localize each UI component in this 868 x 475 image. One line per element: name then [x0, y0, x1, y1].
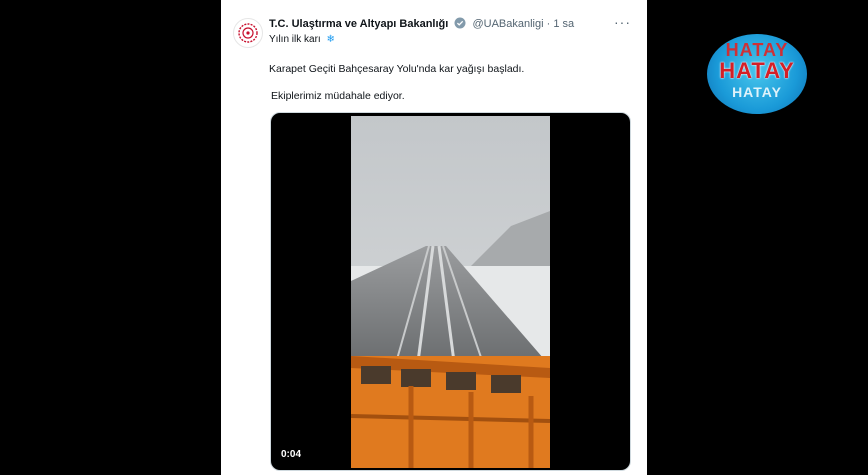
tweet-card: T.C. Ulaştırma ve Altyapı Bakanlığı @UAB… [221, 0, 647, 475]
tweet-subline: Yılın ilk karı ❄ [269, 34, 335, 45]
ministry-logo-avatar[interactable] [233, 18, 263, 48]
separator-dot: · [546, 18, 551, 30]
tweet-text-line-1: Karapet Geçiti Bahçesaray Yolu'nda kar y… [269, 63, 525, 75]
video-timestamp: 0:04 [281, 449, 302, 460]
tweet-time[interactable]: 1 sa [553, 18, 574, 30]
verified-badge-icon [454, 17, 466, 32]
snowflake-icon: ❄ [326, 34, 335, 45]
hatay-watermark-logo: HATAY HATAY HATAY [707, 34, 807, 114]
video-frame-snowy-road [351, 116, 550, 468]
more-options-icon[interactable]: ··· [614, 14, 631, 30]
account-handle[interactable]: @UABakanligi [472, 18, 543, 30]
subline-text: Yılın ilk karı [269, 34, 321, 45]
video-player[interactable]: 0:04 [270, 112, 631, 471]
watermark-word-bottom: HATAY [732, 84, 782, 100]
tweet-text-line-2: Ekiplerimiz müdahale ediyor. [271, 90, 405, 102]
account-name[interactable]: T.C. Ulaştırma ve Altyapı Bakanlığı [269, 18, 448, 30]
watermark-word-main: HATAY [719, 58, 795, 83]
tweet-header: T.C. Ulaştırma ve Altyapı Bakanlığı @UAB… [269, 17, 574, 32]
